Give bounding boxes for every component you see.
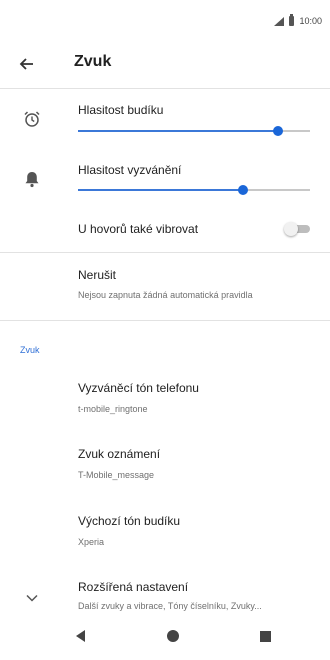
advanced-summary: Další zvuky a vibrace, Tóny číselníku, Z… xyxy=(78,601,262,611)
ringtone-volume-fill xyxy=(78,189,243,191)
dnd-summary: Nejsou zapnuta žádná automatická pravidl… xyxy=(78,290,253,300)
bell-icon xyxy=(22,169,42,189)
chevron-down-icon xyxy=(22,588,42,608)
status-bar: 10:00 xyxy=(0,0,330,40)
battery-icon xyxy=(289,14,295,26)
vibrate-label: U hovorů také vibrovat xyxy=(78,222,199,236)
item-label: Vyzváněcí tón telefonu xyxy=(78,381,199,395)
item-summary: Xperia xyxy=(78,537,105,547)
navigation-bar xyxy=(0,612,330,660)
status-icons: 10:00 xyxy=(274,14,322,26)
signal-icon xyxy=(274,16,285,26)
alarm-volume-slider[interactable] xyxy=(78,124,310,138)
advanced-label: Rozšířená nastavení xyxy=(78,580,189,594)
ringtone-volume-slider[interactable] xyxy=(78,183,310,197)
item-summary: T-Mobile_message xyxy=(78,470,155,480)
vibrate-toggle[interactable] xyxy=(284,222,312,236)
item-summary: t-mobile_ringtone xyxy=(78,404,148,414)
alarm-volume-thumb[interactable] xyxy=(272,126,283,136)
section-title: Zvuk xyxy=(20,345,40,355)
alarm-icon xyxy=(22,109,42,129)
page-title: Zvuk xyxy=(74,53,112,70)
divider xyxy=(0,320,330,321)
dnd-label: Nerušit xyxy=(78,268,117,282)
nav-home-icon[interactable] xyxy=(161,624,185,648)
app-bar: Zvuk xyxy=(0,40,330,89)
nav-recents-icon[interactable] xyxy=(253,624,277,648)
ringtone-volume-thumb[interactable] xyxy=(237,185,248,195)
ringtone-volume-label: Hlasitost vyzvánění xyxy=(78,163,182,177)
nav-back-icon[interactable] xyxy=(68,624,92,648)
alarm-volume-label: Hlasitost budíku xyxy=(78,103,164,117)
alarm-volume-fill xyxy=(78,130,278,132)
status-time: 10:00 xyxy=(299,16,322,26)
item-label: Zvuk oznámení xyxy=(78,447,161,461)
arrow-back-icon[interactable] xyxy=(14,52,38,76)
item-label: Výchozí tón budíku xyxy=(78,514,181,528)
divider xyxy=(0,252,330,253)
